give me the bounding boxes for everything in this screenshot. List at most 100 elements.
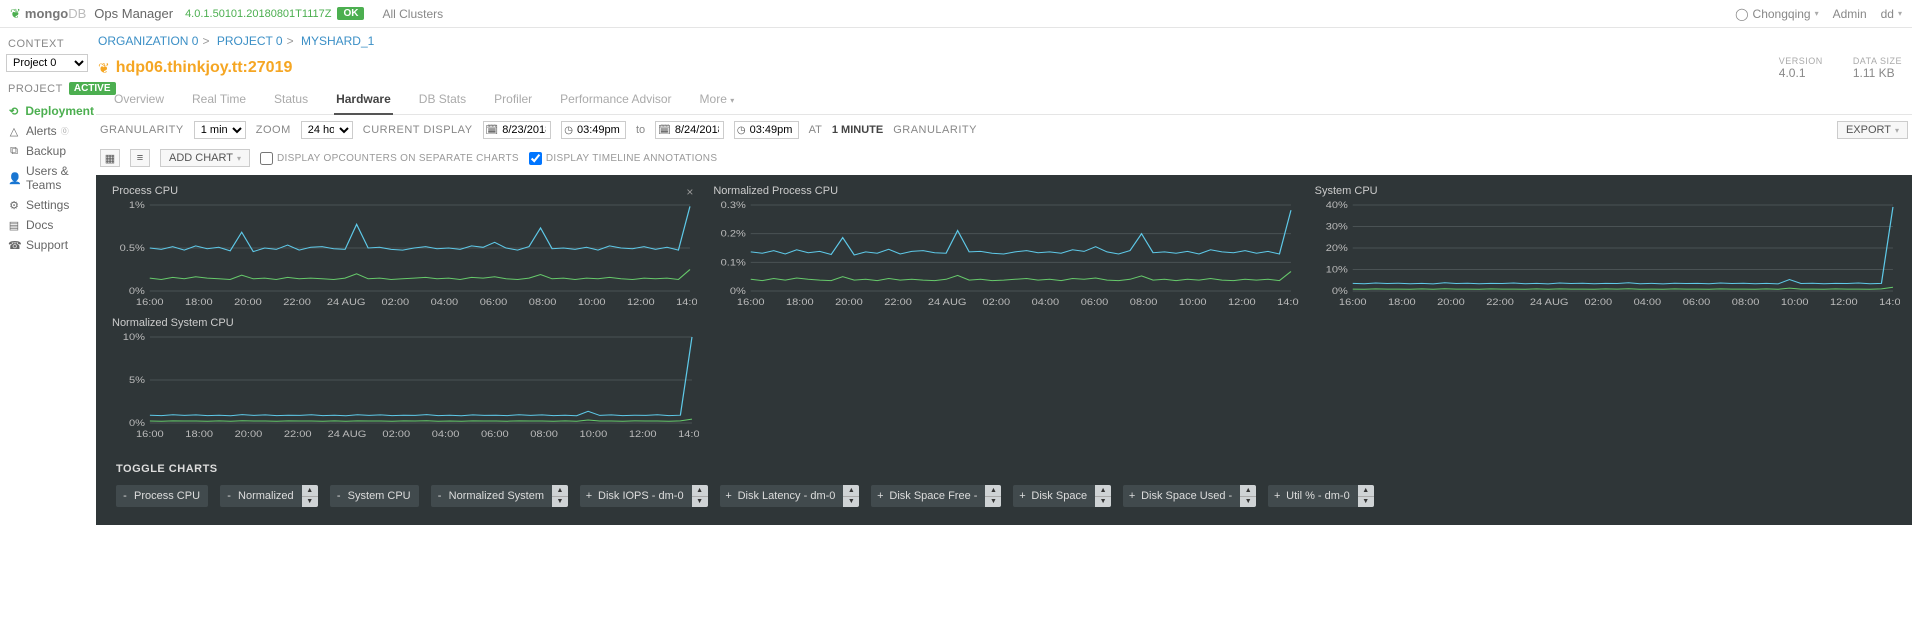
toggle-pill[interactable]: -Normalized▲▼ <box>220 485 318 507</box>
toggle-stepper[interactable]: ▲▼ <box>692 485 708 507</box>
add-chart-button[interactable]: ADD CHART▾ <box>160 149 250 167</box>
from-date-input[interactable]: 🗓 <box>483 121 552 139</box>
toggle-sign: + <box>1013 490 1031 502</box>
tab-overview[interactable]: Overview <box>112 86 166 114</box>
svg-text:10%: 10% <box>1325 265 1347 275</box>
toggle-stepper[interactable]: ▲▼ <box>1095 485 1111 507</box>
tab-db-stats[interactable]: DB Stats <box>417 86 468 114</box>
sidebar-item-docs[interactable]: ▤Docs <box>6 215 96 235</box>
toggle-stepper[interactable]: ▲▼ <box>302 485 318 507</box>
tabs: Overview Real Time Status Hardware DB Stats P… <box>96 86 1912 115</box>
chart: Process CPU×0%0.5%1%16:0018:0020:0022:00… <box>108 185 697 309</box>
to-word: to <box>636 124 645 136</box>
svg-text:18:00: 18:00 <box>185 430 213 440</box>
svg-text:24 AUG: 24 AUG <box>1530 298 1569 308</box>
svg-text:12:00: 12:00 <box>629 430 657 440</box>
zoom-select[interactable]: 24 hours <box>301 121 353 139</box>
toggle-stepper[interactable]: ▲▼ <box>1358 485 1374 507</box>
toggle-pill[interactable]: +Disk Space▲▼ <box>1013 485 1111 507</box>
svg-text:40%: 40% <box>1325 201 1347 211</box>
sidebar-item-settings[interactable]: ⚙Settings <box>6 195 96 215</box>
toggle-stepper[interactable]: ▲▼ <box>1240 485 1256 507</box>
toggle-stepper[interactable]: ▲▼ <box>985 485 1001 507</box>
current-display-label: CURRENT DISPLAY <box>363 124 473 136</box>
toggle-stepper[interactable]: ▲▼ <box>843 485 859 507</box>
svg-text:12:00: 12:00 <box>1830 298 1858 308</box>
svg-text:08:00: 08:00 <box>1130 298 1158 308</box>
from-time-input[interactable]: ◷ <box>561 121 626 139</box>
top-right-nav: ◯ Chongqing ▾ Admin dd ▾ <box>1735 7 1902 21</box>
sidebar-item-label: Settings <box>26 198 69 212</box>
tab-real-time[interactable]: Real Time <box>190 86 248 114</box>
breadcrumb: ORGANIZATION 0> PROJECT 0> MYSHARD_1 <box>96 28 1912 52</box>
stat-label: VERSION <box>1779 56 1823 66</box>
sidebar-icon: △ <box>8 125 20 138</box>
chevron-down-icon: ▼ <box>1358 497 1374 508</box>
toggle-label: Disk Latency - dm-0 <box>738 490 844 502</box>
chevron-down-icon: ▼ <box>1240 497 1256 508</box>
svg-text:10:00: 10:00 <box>1179 298 1207 308</box>
svg-text:0%: 0% <box>129 287 145 297</box>
svg-text:0%: 0% <box>129 419 145 429</box>
to-time-input[interactable]: ◷ <box>734 121 799 139</box>
chart-title: Process CPU <box>112 185 697 197</box>
toggle-stepper[interactable]: ▲▼ <box>552 485 568 507</box>
tab-status[interactable]: Status <box>272 86 310 114</box>
toggle-pill[interactable]: +Disk Space Free -▲▼ <box>871 485 1001 507</box>
svg-text:10%: 10% <box>123 333 145 343</box>
timeline-annotations-checkbox[interactable]: DISPLAY TIMELINE ANNOTATIONS <box>529 152 717 165</box>
all-clusters-link[interactable]: All Clusters <box>382 7 443 21</box>
admin-link[interactable]: Admin <box>1833 7 1867 21</box>
to-date-input[interactable]: 🗓 <box>655 121 724 139</box>
tab-more[interactable]: More ▾ <box>698 86 737 114</box>
brand-db: DB <box>68 6 86 21</box>
crumb-shard[interactable]: MYSHARD_1 <box>301 34 374 48</box>
toggle-pill[interactable]: -Process CPU <box>116 485 208 507</box>
sidebar-item-deployment[interactable]: ⟲Deployment <box>6 101 96 121</box>
svg-text:24 AUG: 24 AUG <box>928 298 967 308</box>
chevron-down-icon: ▼ <box>552 497 568 508</box>
list-view-button[interactable]: ≡ <box>130 149 150 167</box>
sidebar-item-label: Backup <box>26 144 66 158</box>
chevron-up-icon: ▲ <box>843 485 859 497</box>
context-select[interactable]: Project 0 <box>6 54 88 72</box>
chevron-up-icon: ▲ <box>1095 485 1111 497</box>
opcounters-checkbox[interactable]: DISPLAY OPCOUNTERS ON SEPARATE CHARTS <box>260 152 519 165</box>
title-stat: DATA SIZE1.11 KB <box>1853 56 1902 80</box>
svg-text:08:00: 08:00 <box>530 430 558 440</box>
sidebar-item-users-teams[interactable]: 👤Users & Teams <box>6 161 96 195</box>
chevron-down-icon: ▾ <box>1898 9 1902 18</box>
sidebar-item-backup[interactable]: ⧉Backup <box>6 141 96 161</box>
toggle-pill[interactable]: +Disk Latency - dm-0▲▼ <box>720 485 860 507</box>
clock-icon: ◷ <box>564 125 573 136</box>
chevron-down-icon: ▼ <box>692 497 708 508</box>
globe-icon: ◯ <box>1735 7 1748 21</box>
tab-performance-advisor[interactable]: Performance Advisor <box>558 86 673 114</box>
crumb-org[interactable]: ORGANIZATION 0 <box>98 34 198 48</box>
chevron-up-icon: ▲ <box>692 485 708 497</box>
grid-view-button[interactable]: ▦ <box>100 149 120 167</box>
toggle-pill[interactable]: -Normalized System▲▼ <box>431 485 568 507</box>
svg-text:0.1%: 0.1% <box>721 258 746 268</box>
sidebar-icon: ⟲ <box>8 105 19 118</box>
user-dropdown[interactable]: dd ▾ <box>1881 7 1902 21</box>
chart-close-icon[interactable]: × <box>686 185 693 199</box>
granularity-select[interactable]: 1 minute <box>194 121 246 139</box>
toggle-pill[interactable]: +Util % - dm-0▲▼ <box>1268 485 1374 507</box>
sub-controls-row: ▦ ≡ ADD CHART▾ DISPLAY OPCOUNTERS ON SEP… <box>96 145 1912 175</box>
svg-text:04:00: 04:00 <box>431 298 459 308</box>
tab-profiler[interactable]: Profiler <box>492 86 534 114</box>
toggle-pill[interactable]: +Disk IOPS - dm-0▲▼ <box>580 485 708 507</box>
chevron-down-icon: ▾ <box>730 96 734 105</box>
crumb-project[interactable]: PROJECT 0 <box>217 34 283 48</box>
stat-value: 1.11 KB <box>1853 66 1902 80</box>
location-dropdown[interactable]: ◯ Chongqing ▾ <box>1735 7 1819 21</box>
tab-hardware[interactable]: Hardware <box>334 86 393 114</box>
sidebar-item-alerts[interactable]: △Alerts⓪ <box>6 121 96 141</box>
sidebar-item-support[interactable]: ☎Support <box>6 235 96 255</box>
chevron-up-icon: ▲ <box>552 485 568 497</box>
export-button[interactable]: EXPORT▾ <box>1837 121 1908 139</box>
toggle-pill[interactable]: -System CPU <box>330 485 419 507</box>
svg-text:04:00: 04:00 <box>1032 298 1060 308</box>
toggle-pill[interactable]: +Disk Space Used -▲▼ <box>1123 485 1256 507</box>
